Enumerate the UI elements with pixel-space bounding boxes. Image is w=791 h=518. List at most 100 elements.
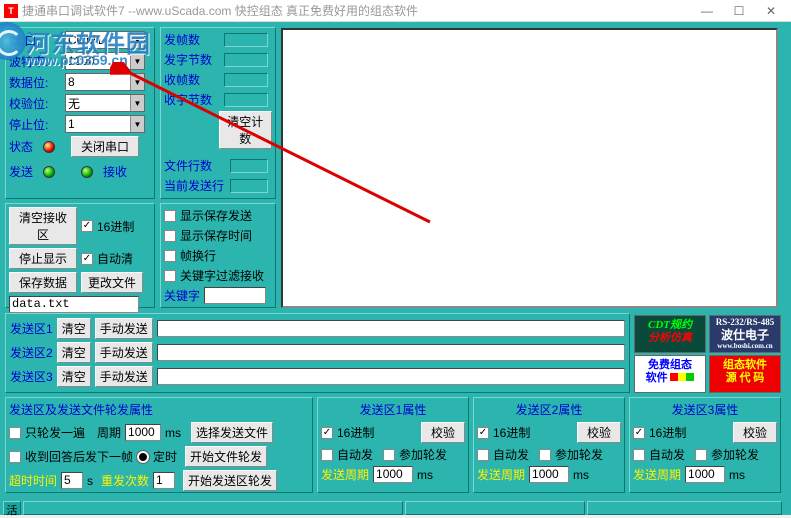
port-select[interactable]: COM1▼ bbox=[65, 31, 145, 49]
keyword-input[interactable] bbox=[204, 287, 266, 304]
area3-verify-button[interactable]: 校验 bbox=[733, 422, 777, 443]
status-cell-3 bbox=[405, 501, 585, 515]
area1-title: 发送区1属性 bbox=[321, 401, 465, 418]
send2-clear-button[interactable]: 清空 bbox=[57, 342, 91, 363]
bytes-sent-value bbox=[224, 53, 268, 67]
chevron-down-icon: ▼ bbox=[130, 32, 144, 48]
autoclear-checkbox[interactable]: ✓ bbox=[81, 253, 93, 265]
change-file-button[interactable]: 更改文件 bbox=[81, 272, 143, 293]
retry-input[interactable]: 1 bbox=[153, 472, 175, 489]
ontime-label: 定时 bbox=[153, 448, 177, 465]
frames-sent-value bbox=[224, 33, 268, 47]
poll-once-label: 只轮发一遍 bbox=[25, 424, 85, 441]
retry-label: 重发次数 bbox=[101, 472, 149, 489]
area3-auto-checkbox[interactable] bbox=[633, 449, 645, 461]
area1-hex-checkbox[interactable]: ✓ bbox=[321, 427, 333, 439]
area3-join-checkbox[interactable] bbox=[695, 449, 707, 461]
clear-count-button[interactable]: 清空计数 bbox=[219, 111, 272, 149]
area2-verify-button[interactable]: 校验 bbox=[577, 422, 621, 443]
area2-period-input[interactable]: 1000 bbox=[529, 466, 569, 483]
timeout-label: 超时时间 bbox=[9, 472, 57, 489]
area3-period-input[interactable]: 1000 bbox=[685, 466, 725, 483]
file-lines-value bbox=[230, 159, 268, 173]
databits-label: 数据位: bbox=[9, 74, 61, 91]
area2-hex-checkbox[interactable]: ✓ bbox=[477, 427, 489, 439]
show-save-time-checkbox[interactable] bbox=[164, 230, 176, 242]
area1-period-input[interactable]: 1000 bbox=[373, 466, 413, 483]
area1-props-panel: 发送区1属性 ✓16进制校验 自动发参加轮发 发送周期1000ms bbox=[317, 397, 469, 493]
databits-select[interactable]: 8▼ bbox=[65, 73, 145, 91]
poll-period-input[interactable]: 1000 bbox=[125, 424, 161, 441]
area2-title: 发送区2属性 bbox=[477, 401, 621, 418]
send3-clear-button[interactable]: 清空 bbox=[57, 366, 91, 387]
status-led bbox=[43, 141, 55, 153]
area1-join-checkbox[interactable] bbox=[383, 449, 395, 461]
maximize-button[interactable]: ☐ bbox=[723, 1, 755, 21]
stop-display-button[interactable]: 停止显示 bbox=[9, 248, 77, 269]
parity-select[interactable]: 无▼ bbox=[65, 94, 145, 112]
recv-label: 接收 bbox=[103, 163, 127, 180]
status-cell-1: 活 bbox=[3, 501, 21, 515]
send2-manual-button[interactable]: 手动发送 bbox=[95, 342, 153, 363]
stopbits-select[interactable]: 1▼ bbox=[65, 115, 145, 133]
ms-label: ms bbox=[165, 426, 181, 440]
recv-led bbox=[81, 166, 93, 178]
area1-verify-button[interactable]: 校验 bbox=[421, 422, 465, 443]
send-led bbox=[43, 166, 55, 178]
receive-textarea[interactable] bbox=[281, 28, 778, 308]
area1-auto-checkbox[interactable] bbox=[321, 449, 333, 461]
wait-reply-label: 收到回答后发下一帧 bbox=[25, 448, 133, 465]
show-save-send-checkbox[interactable] bbox=[164, 210, 176, 222]
file-lines-label: 文件行数 bbox=[164, 157, 226, 174]
chevron-down-icon: ▼ bbox=[130, 74, 144, 90]
app-icon: T bbox=[4, 4, 18, 18]
send3-input[interactable] bbox=[157, 368, 625, 385]
area3-hex-checkbox[interactable]: ✓ bbox=[633, 427, 645, 439]
close-button[interactable]: ✕ bbox=[755, 1, 787, 21]
send3-manual-button[interactable]: 手动发送 bbox=[95, 366, 153, 387]
clear-recv-button[interactable]: 清空接收区 bbox=[9, 207, 77, 245]
status-cell-4 bbox=[587, 501, 782, 515]
save-data-button[interactable]: 保存数据 bbox=[9, 272, 77, 293]
chevron-down-icon: ▼ bbox=[130, 116, 144, 132]
ad-cdt[interactable]: CDT规约分析仿真 bbox=[634, 315, 706, 353]
show-save-send-label: 显示保存发送 bbox=[180, 207, 252, 224]
ad-src[interactable]: 组态软件源 代 码 bbox=[709, 355, 781, 393]
area2-auto-checkbox[interactable] bbox=[477, 449, 489, 461]
ad-free[interactable]: 免费组态软件 bbox=[634, 355, 706, 393]
parity-label: 校验位: bbox=[9, 95, 61, 112]
ad-rs[interactable]: RS-232/RS-485波仕电子www.boshi.com.cn bbox=[709, 315, 781, 353]
start-area-button[interactable]: 开始发送区轮发 bbox=[183, 470, 277, 491]
autoclear-label: 自动清 bbox=[97, 250, 133, 267]
wait-reply-checkbox[interactable] bbox=[9, 451, 21, 463]
send1-input[interactable] bbox=[157, 320, 625, 337]
filename-input[interactable]: data.txt bbox=[9, 296, 139, 313]
bytes-recv-label: 收字节数 bbox=[164, 91, 220, 108]
send1-manual-button[interactable]: 手动发送 bbox=[95, 318, 153, 339]
send1-clear-button[interactable]: 清空 bbox=[57, 318, 91, 339]
send2-input[interactable] bbox=[157, 344, 625, 361]
status-bar: 活 bbox=[0, 501, 791, 515]
ontime-radio[interactable] bbox=[137, 451, 149, 463]
timeout-input[interactable]: 5 bbox=[61, 472, 83, 489]
hex-checkbox[interactable]: ✓ bbox=[81, 220, 93, 232]
frame-wrap-checkbox[interactable] bbox=[164, 250, 176, 262]
send1-label: 发送区1 bbox=[10, 320, 53, 337]
start-file-button[interactable]: 开始文件轮发 bbox=[185, 446, 267, 467]
status-cell-2 bbox=[23, 501, 403, 515]
s-label: s bbox=[87, 474, 93, 488]
select-file-button[interactable]: 选择发送文件 bbox=[191, 422, 273, 443]
minimize-button[interactable]: — bbox=[691, 1, 723, 21]
area2-join-checkbox[interactable] bbox=[539, 449, 551, 461]
close-port-button[interactable]: 关闭串口 bbox=[71, 136, 139, 157]
send2-label: 发送区2 bbox=[10, 344, 53, 361]
keyword-filter-checkbox[interactable] bbox=[164, 270, 176, 282]
baud-select[interactable]: 1200▼ bbox=[65, 52, 145, 70]
poll-period-label: 周期 bbox=[97, 424, 121, 441]
show-save-time-label: 显示保存时间 bbox=[180, 227, 252, 244]
baud-label: 波特率: bbox=[9, 53, 61, 70]
send3-label: 发送区3 bbox=[10, 368, 53, 385]
title-bar: T 捷通串口调试软件7 --www.uScada.com 快控组态 真正免费好用… bbox=[0, 0, 791, 22]
bytes-recv-value bbox=[224, 93, 268, 107]
poll-once-checkbox[interactable] bbox=[9, 427, 21, 439]
